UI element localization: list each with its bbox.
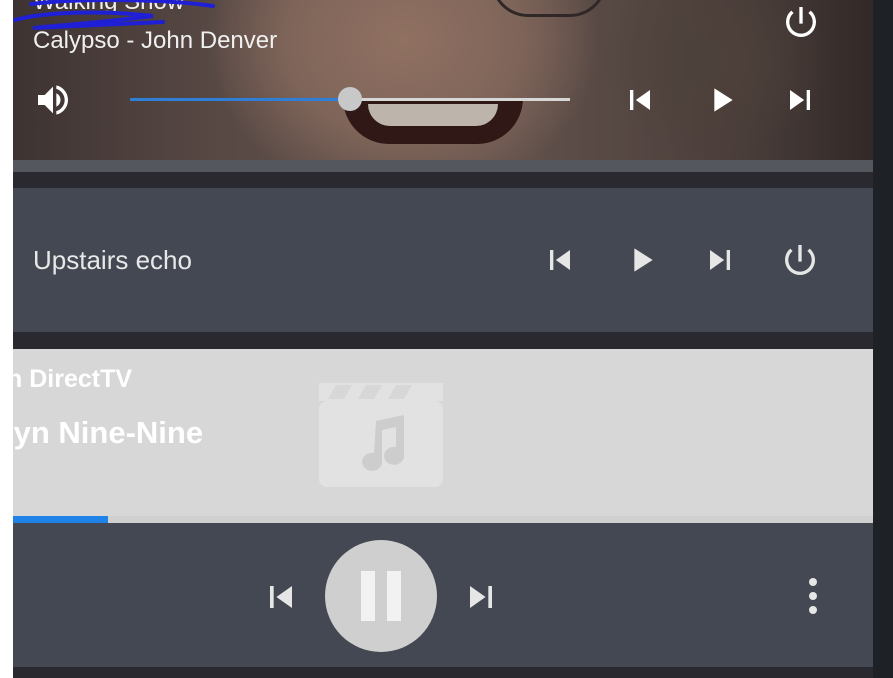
pause-button[interactable]: [325, 540, 437, 652]
power-icon[interactable]: [781, 2, 821, 42]
volume-slider-thumb[interactable]: [338, 87, 362, 111]
track-artist: Calypso - John Denver: [33, 27, 278, 54]
skip-next-icon[interactable]: [459, 575, 503, 619]
skip-next-icon[interactable]: [700, 240, 740, 280]
media-card-directtv: n DirectTV lyn Nine-Nine: [13, 349, 873, 667]
media-source: n DirectTV: [13, 365, 133, 393]
volume-icon[interactable]: [33, 80, 73, 120]
left-edge: [0, 0, 13, 678]
skip-previous-icon[interactable]: [259, 575, 303, 619]
media-progress-bar[interactable]: [13, 516, 873, 523]
right-edge: [873, 0, 893, 678]
media-progress-fill: [13, 516, 108, 523]
play-icon[interactable]: [621, 240, 661, 280]
device-name: Upstairs echo: [33, 245, 192, 275]
media-card-now-playing: Walking Snow Calypso - John Denver: [13, 0, 873, 172]
card-bottom-bar: [13, 160, 873, 172]
volume-slider[interactable]: [130, 87, 570, 111]
volume-slider-fill: [130, 98, 350, 101]
power-icon[interactable]: [780, 240, 820, 280]
media-title: lyn Nine-Nine: [13, 415, 204, 450]
skip-previous-icon[interactable]: [620, 80, 660, 120]
media-info-area: n DirectTV lyn Nine-Nine: [13, 349, 873, 516]
more-vert-icon[interactable]: [807, 578, 819, 618]
skip-next-icon[interactable]: [780, 80, 820, 120]
movie-music-icon: [319, 383, 443, 487]
play-icon[interactable]: [701, 80, 741, 120]
skip-previous-icon[interactable]: [540, 240, 580, 280]
media-card-upstairs-echo: Upstairs echo: [13, 188, 873, 332]
